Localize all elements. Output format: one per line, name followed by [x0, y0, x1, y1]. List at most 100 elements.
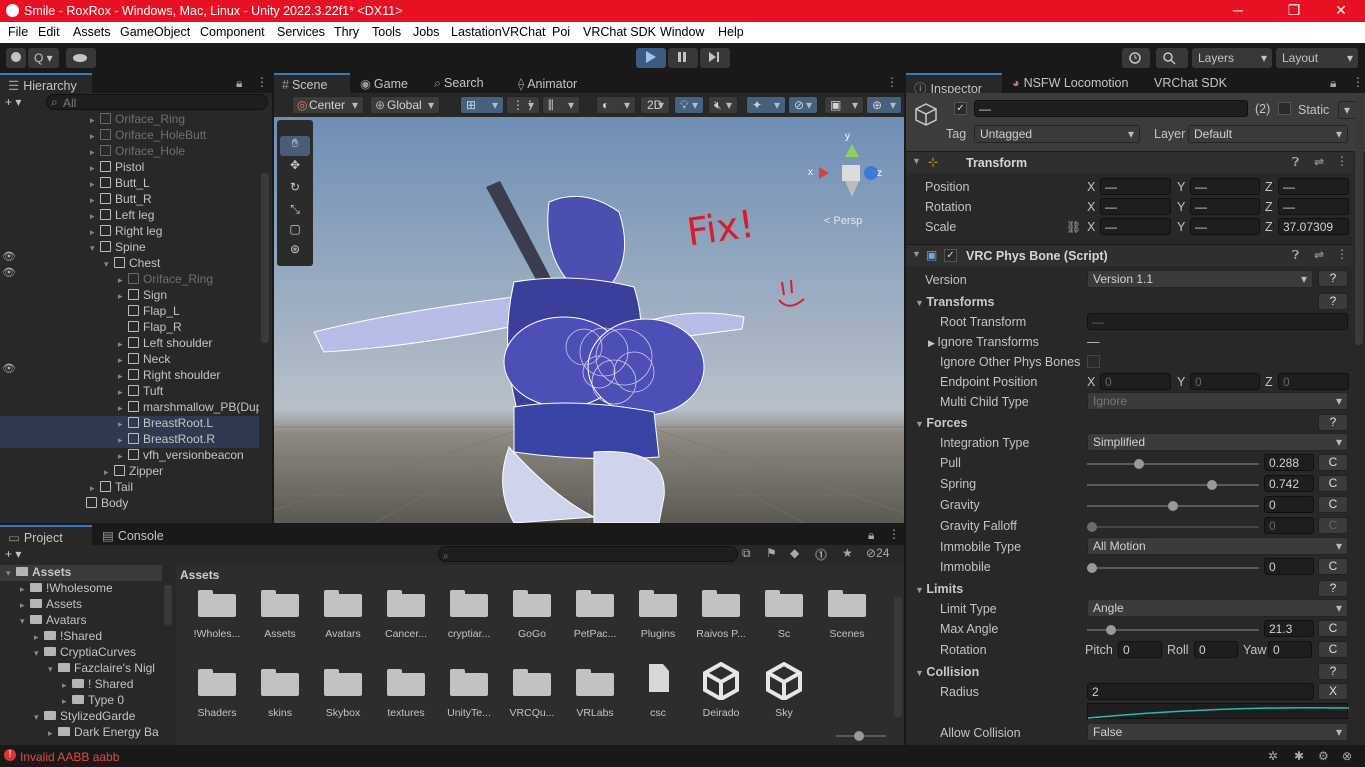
- visibility-eye-icon[interactable]: 👁︎: [2, 362, 16, 375]
- hierarchy-row[interactable]: ▸ Right shoulder: [0, 368, 259, 384]
- chevron-right-icon[interactable]: ▸: [90, 131, 100, 142]
- forces-foldout[interactable]: ▼ Forces: [915, 416, 967, 430]
- project-asset-item[interactable]: Raivos P...: [690, 583, 752, 653]
- progress-icon[interactable]: ⚙︎: [1318, 749, 1329, 763]
- pause-button[interactable]: [668, 48, 698, 68]
- hidden-count-badge[interactable]: ⊘24: [866, 546, 889, 560]
- gravity-falloff-field[interactable]: 0: [1264, 517, 1314, 534]
- radius-clear-button[interactable]: X: [1318, 683, 1348, 700]
- chevron-right-icon[interactable]: ▸: [90, 115, 100, 126]
- tab-hierarchy[interactable]: ☰ Hierarchy: [0, 73, 92, 93]
- chevron-right-icon[interactable]: ▸: [118, 291, 128, 302]
- help-icon[interactable]: ❓︎: [1292, 155, 1299, 170]
- hierarchy-row[interactable]: ▸ Butt_R: [0, 192, 259, 208]
- favorite-star-icon[interactable]: ★: [842, 546, 853, 560]
- layers-dropdown[interactable]: Layers ▾: [1192, 48, 1272, 68]
- chevron-down-icon[interactable]: ▾: [34, 712, 44, 723]
- static-dropdown[interactable]: [1338, 101, 1356, 119]
- hierarchy-row[interactable]: ▾ Spine: [0, 240, 259, 256]
- project-asset-item[interactable]: Assets: [249, 583, 311, 653]
- gravity-falloff-slider[interactable]: [1087, 522, 1259, 532]
- project-asset-item[interactable]: Shaders: [186, 662, 248, 732]
- menu-tools[interactable]: Tools: [372, 25, 401, 39]
- position-z-field[interactable]: —: [1278, 178, 1349, 195]
- menu-gameobject[interactable]: GameObject: [120, 25, 190, 39]
- chevron-right-icon[interactable]: ▸: [118, 435, 128, 446]
- scale-z-field[interactable]: 37.07309: [1278, 218, 1349, 235]
- transform-tool-icon[interactable]: ⊛: [280, 242, 310, 262]
- menu-vrchat-sdk[interactable]: VRChat SDK: [583, 25, 656, 39]
- hierarchy-row[interactable]: ▸ Right leg: [0, 224, 259, 240]
- project-asset-item[interactable]: PetPac...: [564, 583, 626, 653]
- visibility-eye-icon[interactable]: 👁︎: [2, 250, 16, 263]
- project-tree-row[interactable]: ▾ StylizedGarde: [0, 709, 162, 725]
- inspector-scrollbar[interactable]: [1355, 95, 1363, 345]
- menu-thry[interactable]: Thry: [334, 25, 359, 39]
- project-breadcrumb[interactable]: Assets: [180, 568, 219, 582]
- menu-services[interactable]: Services: [277, 25, 325, 39]
- project-asset-item[interactable]: VRLabs: [564, 662, 626, 732]
- chevron-right-icon[interactable]: ▸: [90, 179, 100, 190]
- help-icon[interactable]: ❓︎: [1292, 248, 1299, 263]
- history-icon[interactable]: [1122, 48, 1150, 68]
- hierarchy-row[interactable]: ▸ BreastRoot.L: [0, 416, 259, 432]
- roll-field[interactable]: 0: [1194, 641, 1238, 658]
- tag-dropdown[interactable]: Untagged: [974, 125, 1140, 143]
- tab-vrchat-sdk[interactable]: VRChat SDK: [1146, 73, 1235, 93]
- hierarchy-row[interactable]: ▸ BreastRoot.R: [0, 432, 259, 448]
- rotation-x-field[interactable]: —: [1100, 198, 1171, 215]
- visibility-eye-icon[interactable]: 👁︎: [2, 266, 16, 279]
- project-tree-row[interactable]: ▸ !Wholesome: [0, 581, 162, 597]
- tab-console[interactable]: ▤ Console: [94, 525, 172, 545]
- debug-icon[interactable]: ✲: [1268, 749, 1278, 763]
- hierarchy-scrollbar[interactable]: [261, 173, 269, 343]
- project-asset-item[interactable]: Plugins: [627, 583, 689, 653]
- tab-scene[interactable]: # Scene: [274, 73, 350, 93]
- hierarchy-row[interactable]: ▸ vfh_versionbeacon: [0, 448, 259, 464]
- pull-slider-knob[interactable]: [1133, 459, 1144, 469]
- camera-dropdown[interactable]: ▣: [824, 96, 864, 114]
- collab-icon[interactable]: [6, 48, 26, 68]
- chevron-right-icon[interactable]: ▸: [118, 371, 128, 382]
- position-y-field[interactable]: —: [1190, 178, 1260, 195]
- lock-icon[interactable]: 🔒︎: [236, 76, 242, 91]
- radius-curve-field[interactable]: [1087, 703, 1350, 719]
- immobile-type-dropdown[interactable]: All Motion: [1087, 537, 1348, 555]
- link-scale-icon[interactable]: ⛓︎: [1066, 220, 1081, 234]
- more-icon[interactable]: ⋮: [1336, 154, 1348, 168]
- chevron-down-icon[interactable]: ▾: [104, 259, 114, 270]
- project-asset-item[interactable]: GoGo: [501, 583, 563, 653]
- chevron-right-icon[interactable]: ▸: [118, 275, 128, 286]
- hierarchy-row[interactable]: ▸ Tuft: [0, 384, 259, 400]
- icon-size-slider[interactable]: [836, 731, 886, 741]
- pivot-dropdown[interactable]: ◎ Center: [292, 96, 364, 114]
- project-tree-row[interactable]: ▸ Dark Energy Ba: [0, 725, 162, 741]
- rotation-curve-button[interactable]: C: [1318, 641, 1348, 658]
- project-tree-row[interactable]: ▾ Fazclaire's Nigl: [0, 661, 162, 677]
- preset-icon[interactable]: ⇌: [1314, 248, 1324, 262]
- project-tree-row[interactable]: ▸ Type 0: [0, 693, 162, 709]
- limits-help-button[interactable]: ?: [1318, 580, 1348, 597]
- pull-curve-button[interactable]: C: [1318, 454, 1348, 471]
- physbone-enabled-checkbox[interactable]: ✓: [944, 249, 957, 262]
- chevron-down-icon[interactable]: ▾: [20, 616, 30, 627]
- chevron-right-icon[interactable]: ▸: [90, 163, 100, 174]
- gizmos-dropdown[interactable]: ⊕: [866, 96, 902, 114]
- collision-help-button[interactable]: ?: [1318, 663, 1348, 680]
- menu-poi[interactable]: Poi: [552, 25, 570, 39]
- project-asset-item[interactable]: cryptiar...: [438, 583, 500, 653]
- lock-icon[interactable]: 🔒︎: [1330, 76, 1336, 91]
- chevron-down-icon[interactable]: ▾: [48, 664, 58, 675]
- hierarchy-row[interactable]: ▸ Oriface_Ring: [0, 272, 259, 288]
- allow-collision-dropdown[interactable]: False: [1087, 723, 1348, 741]
- spring-field[interactable]: 0.742: [1264, 475, 1314, 492]
- search-scope-icon[interactable]: ⧉: [742, 546, 751, 561]
- collision-foldout[interactable]: ▼ Collision: [915, 665, 979, 679]
- project-tree-row[interactable]: ▾ CryptiaCurves: [0, 645, 162, 661]
- more-icon[interactable]: ⋮: [1352, 75, 1364, 89]
- chevron-down-icon[interactable]: ▾: [90, 243, 100, 254]
- hierarchy-row[interactable]: Body: [0, 496, 259, 512]
- chevron-right-icon[interactable]: ▸: [90, 227, 100, 238]
- grid-snap-dropdown[interactable]: ⊞: [460, 96, 504, 114]
- scale-tool-icon[interactable]: ⤡: [280, 202, 310, 222]
